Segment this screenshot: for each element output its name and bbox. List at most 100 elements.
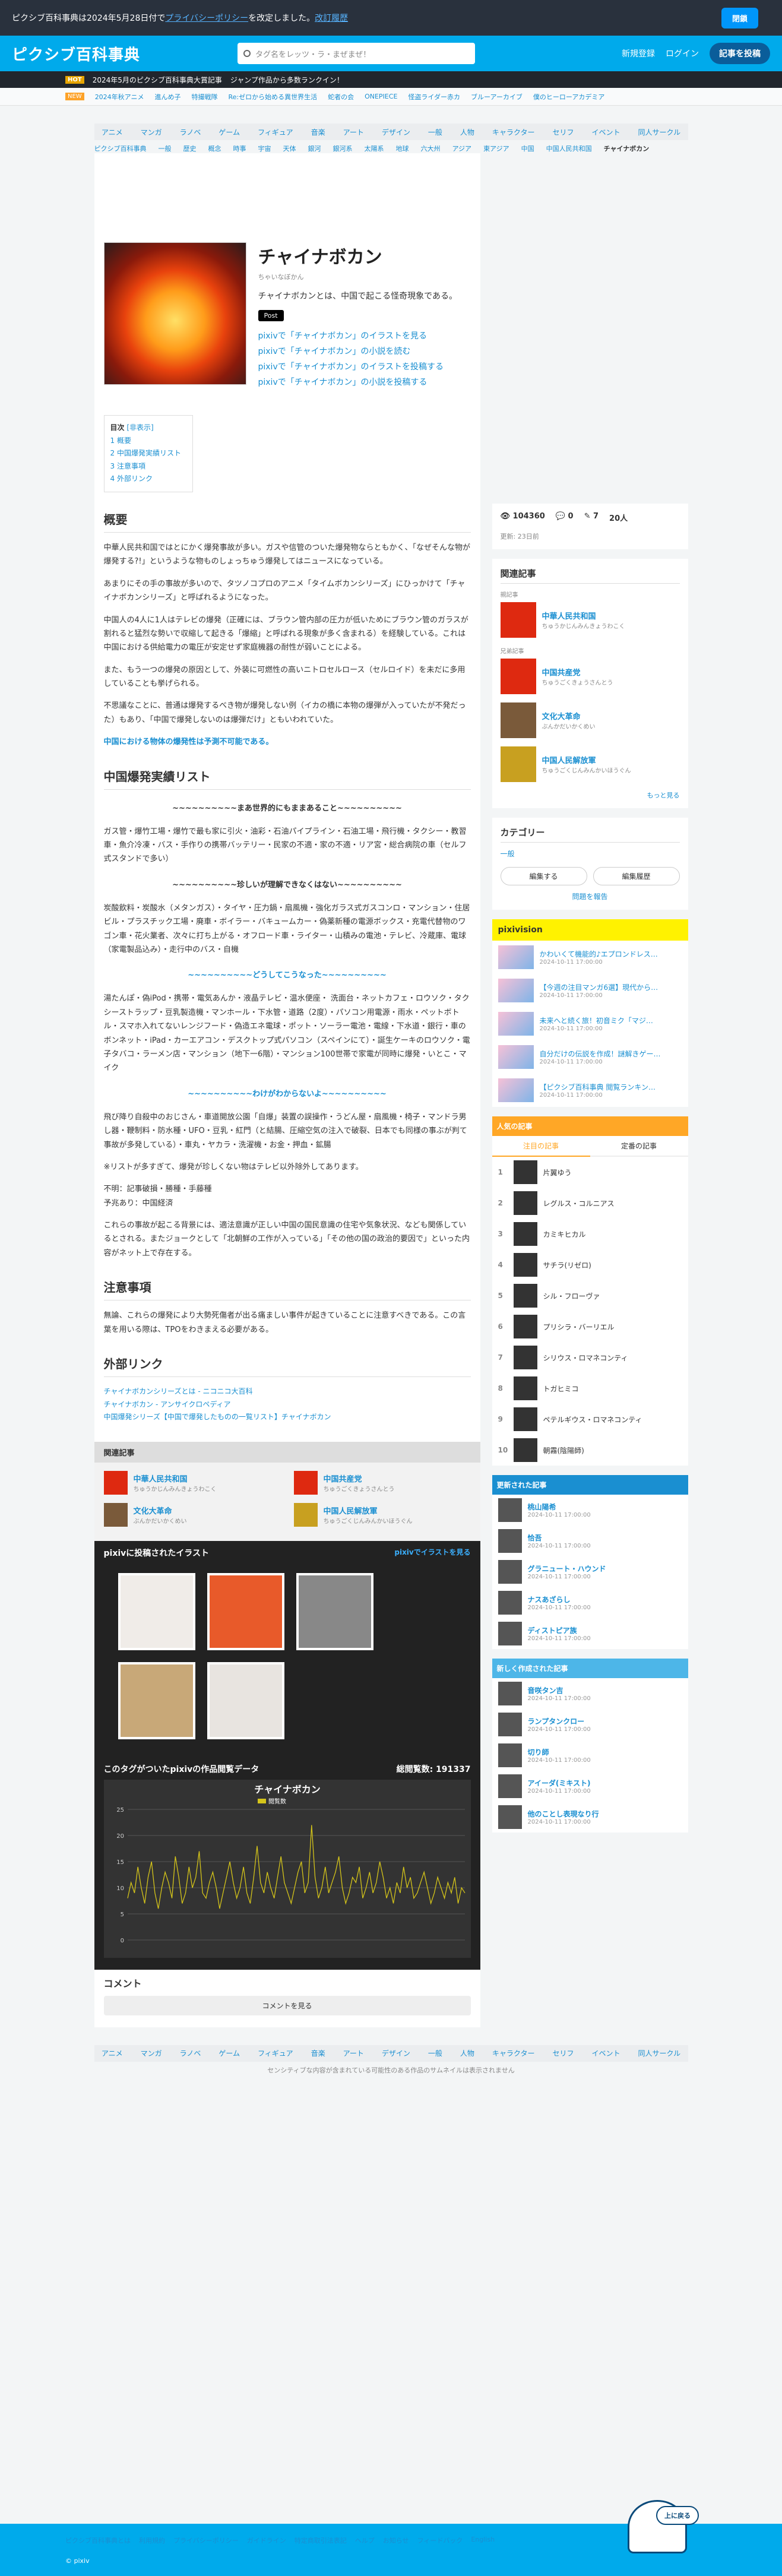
newest-item[interactable]: 他のことし表現なり行 2024-10-11 17:00:00 bbox=[492, 1802, 688, 1833]
breadcrumb-item[interactable]: ピクシブ百科事典 bbox=[94, 144, 147, 153]
pixiv-link[interactable]: pixivで「チャイナボカン」の小説を読む bbox=[258, 345, 457, 357]
trending-link[interactable]: 2024年秋アニメ bbox=[95, 92, 144, 102]
trending-link[interactable]: 怪盗ライダー赤カ bbox=[408, 92, 460, 102]
login-link[interactable]: ログイン bbox=[666, 48, 699, 59]
toc-link[interactable]: 4 外部リンク bbox=[110, 474, 153, 483]
newest-item[interactable]: 音咲タン吉 2024-10-11 17:00:00 bbox=[492, 1678, 688, 1709]
footer-link[interactable]: ガイドライン bbox=[247, 2536, 286, 2545]
pixiv-link[interactable]: pixivで「チャイナボカン」のイラストを投稿する bbox=[258, 360, 457, 372]
trending-link[interactable]: Re:ゼロから始める異世界生活 bbox=[228, 92, 317, 102]
breadcrumb-item[interactable]: 時事 bbox=[233, 144, 246, 153]
trending-link[interactable]: ONEPIECE bbox=[365, 93, 397, 100]
ranking-item[interactable]: 2 レグルス・コルニアス bbox=[492, 1188, 688, 1219]
pixivision-item[interactable]: 【ピクシブ百科事典 閲覧ランキン… 2024-10-11 17:00:00 bbox=[492, 1074, 688, 1107]
toc-link[interactable]: 3 注意事項 bbox=[110, 462, 145, 470]
category-link[interactable]: アニメ bbox=[102, 127, 123, 137]
more-related-link[interactable]: もっと見る bbox=[647, 792, 680, 799]
breadcrumb-item[interactable]: 太陽系 bbox=[365, 144, 384, 153]
breadcrumb-item[interactable]: 銀河系 bbox=[333, 144, 353, 153]
see-illust-link[interactable]: pixivでイラストを見る bbox=[394, 1547, 470, 1559]
category-link[interactable]: マンガ bbox=[141, 2048, 162, 2058]
trending-link[interactable]: 進んめ子 bbox=[154, 92, 181, 102]
tab-standard[interactable]: 定番の記事 bbox=[590, 1136, 688, 1157]
privacy-policy-link[interactable]: プライバシーポリシー bbox=[165, 14, 248, 23]
category-link[interactable]: マンガ bbox=[141, 127, 162, 137]
trending-link[interactable]: 特撮戦隊 bbox=[191, 92, 217, 102]
pixivision-item[interactable]: 未来へと続く旅！初音ミク「マジ… 2024-10-11 17:00:00 bbox=[492, 1007, 688, 1040]
category-link[interactable]: 一般 bbox=[428, 2048, 442, 2058]
trending-link[interactable]: ブルーアーカイブ bbox=[471, 92, 523, 102]
illust-thumbnail[interactable] bbox=[207, 1572, 284, 1650]
category-link[interactable]: アート bbox=[343, 2048, 364, 2058]
close-notice-button[interactable]: 閉鎖 bbox=[721, 7, 758, 29]
category-link[interactable]: 同人サークル bbox=[638, 127, 680, 137]
pixivision-item[interactable]: 自分だけの伝説を作成！謎解きゲー… 2024-10-11 17:00:00 bbox=[492, 1040, 688, 1074]
ranking-item[interactable]: 3 カミキヒカル bbox=[492, 1219, 688, 1249]
report-link[interactable]: 問題を報告 bbox=[572, 893, 607, 901]
search-input[interactable]: タグ名をレッツ・ラ・まぜまぜ！ bbox=[238, 43, 475, 64]
external-link[interactable]: チャイナボカンシリーズとは - ニコニコ大百科 bbox=[104, 1387, 253, 1395]
pixiv-link[interactable]: pixivで「チャイナボカン」のイラストを見る bbox=[258, 330, 457, 341]
footer-link[interactable]: フィードバック bbox=[417, 2536, 463, 2545]
related-sibling[interactable]: 文化大革命 ぶんかだいかくめい bbox=[103, 1502, 258, 1527]
category-link[interactable]: セリフ bbox=[552, 127, 574, 137]
illust-thumbnail[interactable] bbox=[296, 1572, 373, 1650]
recent-item[interactable]: 桃山陽希 2024-10-11 17:00:00 bbox=[492, 1495, 688, 1526]
related-sibling[interactable]: 文化大革命 ぶんかだいかくめい bbox=[500, 702, 680, 738]
related-parent[interactable]: 中華人民共和国 ちゅうかじんみんきょうわこく bbox=[103, 1470, 258, 1495]
site-logo[interactable]: ピクシブ百科事典 bbox=[12, 43, 238, 65]
external-link[interactable]: 中国爆発シリーズ【中国で爆発したものの一覧リスト】チャイナボカン bbox=[104, 1413, 331, 1421]
breadcrumb-item[interactable]: 中国人民共和国 bbox=[546, 144, 592, 153]
category-link[interactable]: デザイン bbox=[382, 2048, 410, 2058]
breadcrumb-item[interactable]: 中国 bbox=[521, 144, 534, 153]
category-link[interactable]: 一般 bbox=[501, 850, 515, 858]
trending-link[interactable]: 僕のヒーローアカデミア bbox=[533, 92, 605, 102]
category-link[interactable]: アート bbox=[343, 127, 364, 137]
related-sibling[interactable]: 中国人民解放軍 ちゅうごくじんみんかいほうぐん bbox=[293, 1502, 448, 1527]
footer-link[interactable]: 利用規約 bbox=[139, 2536, 165, 2545]
breadcrumb-item[interactable]: 天体 bbox=[283, 144, 296, 153]
comment-count[interactable]: 💬 0 bbox=[556, 512, 574, 523]
category-link[interactable]: 人物 bbox=[460, 127, 474, 137]
category-link[interactable]: イベント bbox=[591, 127, 620, 137]
category-link[interactable]: イベント bbox=[591, 2048, 620, 2058]
footer-link[interactable]: プライバシーポリシー bbox=[173, 2536, 239, 2545]
breadcrumb-item[interactable]: 東アジア bbox=[483, 144, 509, 153]
toc-link[interactable]: 2 中国爆発実績リスト bbox=[110, 449, 181, 457]
breadcrumb-item[interactable]: 六大州 bbox=[421, 144, 441, 153]
tab-trending[interactable]: 注目の記事 bbox=[492, 1136, 590, 1157]
pixiv-link[interactable]: pixivで「チャイナボカン」の小説を投稿する bbox=[258, 376, 457, 388]
category-link[interactable]: セリフ bbox=[552, 2048, 574, 2058]
illust-thumbnail[interactable] bbox=[118, 1662, 195, 1739]
breadcrumb-item[interactable]: 宇宙 bbox=[258, 144, 271, 153]
hot-banner[interactable]: HOT 2024年5月のピクシブ百科事典大賞記事 ジャンプ作品から多数ランクイン… bbox=[0, 71, 782, 88]
category-link[interactable]: ラノベ bbox=[180, 127, 201, 137]
breadcrumb-item[interactable]: アジア bbox=[452, 144, 472, 153]
ranking-item[interactable]: 9 ペテルギウス・ロマネコンティ bbox=[492, 1404, 688, 1435]
related-sibling[interactable]: 中国共産党 ちゅうごくきょうさんとう bbox=[500, 659, 680, 694]
trending-link[interactable]: 蛇者の会 bbox=[328, 92, 354, 102]
category-link[interactable]: ゲーム bbox=[219, 2048, 240, 2058]
related-sibling[interactable]: 中国共産党 ちゅうごくきょうさんとう bbox=[293, 1470, 448, 1495]
category-link[interactable]: 一般 bbox=[428, 127, 442, 137]
toc-toggle[interactable]: [非表示] bbox=[126, 423, 153, 432]
recent-item[interactable]: 恰吾 2024-10-11 17:00:00 bbox=[492, 1526, 688, 1556]
external-link[interactable]: チャイナボカン - アンサイクロペディア bbox=[104, 1400, 231, 1409]
pixivision-item[interactable]: 【今週の注目マンガ6選】現代から… 2024-10-11 17:00:00 bbox=[492, 974, 688, 1007]
ranking-item[interactable]: 10 朝霧(陰陽師) bbox=[492, 1435, 688, 1466]
recent-item[interactable]: グラニュート・ハウンド 2024-10-11 17:00:00 bbox=[492, 1556, 688, 1587]
ranking-item[interactable]: 4 サチラ(リゼロ) bbox=[492, 1249, 688, 1280]
ranking-item[interactable]: 6 プリシラ・バーリエル bbox=[492, 1311, 688, 1342]
footer-link[interactable]: ピクシブ百科事典とは bbox=[65, 2536, 131, 2545]
category-link[interactable]: ラノベ bbox=[180, 2048, 201, 2058]
article-thumbnail[interactable] bbox=[103, 242, 246, 385]
related-parent[interactable]: 中華人民共和国 ちゅうかじんみんきょうわこく bbox=[500, 602, 680, 638]
footer-link[interactable]: English bbox=[471, 2536, 495, 2545]
breadcrumb-item[interactable]: 地球 bbox=[396, 144, 409, 153]
register-link[interactable]: 新規登録 bbox=[622, 48, 655, 59]
breadcrumb-item[interactable]: 銀河 bbox=[308, 144, 321, 153]
category-link[interactable]: フィギュア bbox=[258, 2048, 293, 2058]
go-top-button[interactable]: 上に戻る bbox=[656, 2506, 699, 2525]
ranking-item[interactable]: 5 シル・フローヴァ bbox=[492, 1280, 688, 1311]
category-link[interactable]: ゲーム bbox=[219, 127, 240, 137]
